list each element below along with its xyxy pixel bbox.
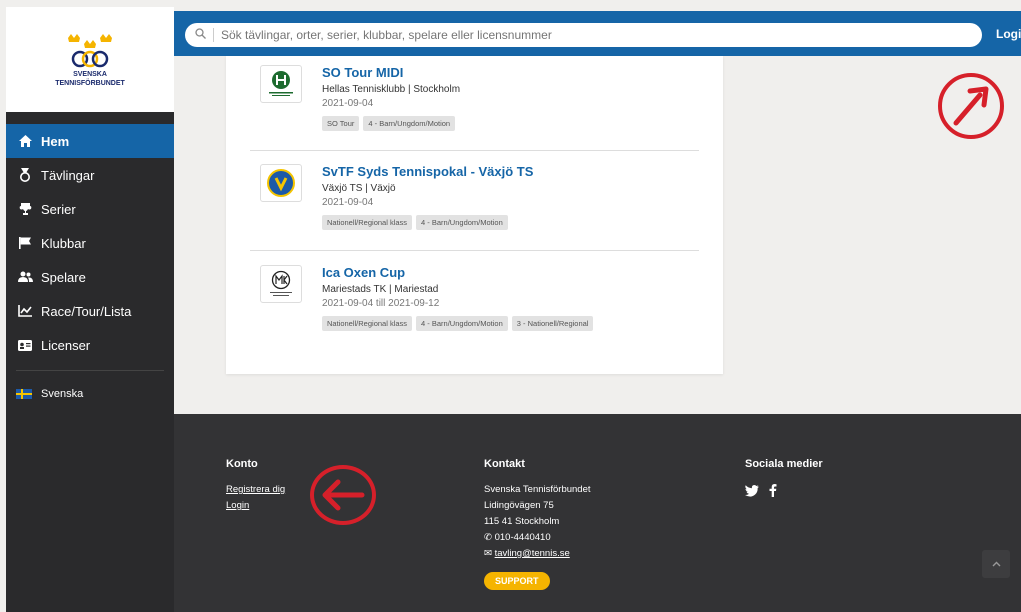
twitter-icon[interactable] bbox=[745, 484, 759, 500]
competition-title[interactable]: SO Tour MIDI bbox=[322, 65, 460, 80]
competition-club: Växjö TS | Växjö bbox=[322, 183, 396, 194]
nav-label: Spelare bbox=[41, 269, 86, 285]
nav-item-tavlingar[interactable]: Tävlingar bbox=[6, 158, 174, 192]
phone-icon: ✆ bbox=[484, 532, 495, 543]
tag-list: SO Tour 4 - Barn/Ungdom/Motion bbox=[322, 116, 460, 131]
vaxjo-ts-logo-icon bbox=[267, 169, 295, 197]
competition-date: 2021-09-04 till 2021-09-12 bbox=[322, 298, 440, 309]
id-card-icon bbox=[16, 339, 34, 351]
hellas-logo-icon bbox=[269, 71, 293, 96]
competition-item[interactable]: SO Tour MIDI Hellas Tennisklubb | Stockh… bbox=[260, 65, 460, 131]
competition-date: 2021-09-04 bbox=[322, 98, 374, 109]
chart-line-icon bbox=[16, 305, 34, 317]
nav-label: Race/Tour/Lista bbox=[41, 303, 132, 319]
tag: 4 - Barn/Ungdom/Motion bbox=[416, 316, 508, 331]
main-nav: Hem Tävlingar Serier Klubbar Spelare Rac… bbox=[6, 124, 174, 362]
chevron-up-icon bbox=[992, 559, 1001, 570]
contact-email[interactable]: tavling@tennis.se bbox=[495, 548, 570, 559]
players-icon bbox=[16, 271, 34, 283]
mariestad-tk-logo-icon bbox=[270, 270, 292, 296]
contact-city: 115 41 Stockholm bbox=[484, 516, 560, 527]
medal-icon bbox=[16, 168, 34, 182]
competition-info: SO Tour MIDI Hellas Tennisklubb | Stockh… bbox=[322, 65, 460, 131]
club-logo bbox=[260, 164, 302, 202]
competition-date: 2021-09-04 bbox=[322, 197, 374, 208]
tag-list: Nationell/Regional klass 4 - Barn/Ungdom… bbox=[322, 215, 533, 230]
competition-club: Hellas Tennisklubb | Stockholm bbox=[322, 84, 461, 95]
nav-label: Tävlingar bbox=[41, 167, 95, 183]
register-link[interactable]: Registrera dig bbox=[226, 484, 285, 495]
search-icon bbox=[195, 28, 206, 42]
nav-label: Hem bbox=[41, 133, 70, 149]
club-logo bbox=[260, 265, 302, 303]
annotation-arrow-left-icon bbox=[310, 465, 376, 525]
tag: Nationell/Regional klass bbox=[322, 215, 413, 230]
sidebar: SVENSKA TENNISFÖRBUNDET Hem Tävlingar Se… bbox=[6, 7, 174, 612]
footer-heading: Kontakt bbox=[484, 458, 525, 470]
nav-item-race-tour-lista[interactable]: Race/Tour/Lista bbox=[6, 294, 174, 328]
nav-item-licenser[interactable]: Licenser bbox=[6, 328, 174, 362]
facebook-icon[interactable] bbox=[769, 484, 777, 500]
nav-item-hem[interactable]: Hem bbox=[6, 124, 174, 158]
footer-social: Sociala medier bbox=[745, 458, 823, 500]
footer-login-link[interactable]: Login bbox=[226, 500, 285, 511]
tag: SO Tour bbox=[322, 116, 360, 131]
language-label: Svenska bbox=[41, 388, 84, 400]
org-name-line2: TENNISFÖRBUNDET bbox=[55, 79, 125, 87]
scroll-to-top-button[interactable] bbox=[982, 550, 1010, 578]
tag: 4 - Barn/Ungdom/Motion bbox=[363, 116, 456, 131]
envelope-icon: ✉ bbox=[484, 548, 495, 559]
top-bar: Login bbox=[174, 11, 1021, 56]
competition-item[interactable]: Ica Oxen Cup Mariestads TK | Mariestad 2… bbox=[260, 265, 594, 331]
search-input[interactable] bbox=[221, 28, 941, 42]
home-icon bbox=[16, 135, 34, 147]
footer-konto: Konto Registrera dig Login bbox=[226, 458, 285, 516]
competition-title[interactable]: Ica Oxen Cup bbox=[322, 265, 593, 280]
org-name-line1: SVENSKA bbox=[73, 70, 107, 78]
tag: 4 - Barn/Ungdom/Motion bbox=[416, 215, 508, 230]
contact-phone-row[interactable]: ✆ 010-4440410 bbox=[484, 532, 591, 543]
annotation-arrow-upright-icon bbox=[938, 73, 1004, 139]
trophy-icon bbox=[16, 203, 34, 215]
search-box[interactable] bbox=[185, 23, 982, 47]
nav-label: Serier bbox=[41, 201, 76, 217]
nav-item-klubbar[interactable]: Klubbar bbox=[6, 226, 174, 260]
entry-divider bbox=[250, 250, 699, 251]
tag: Nationell/Regional klass bbox=[322, 316, 413, 331]
competition-info: SvTF Syds Tennispokal - Växjö TS Växjö T… bbox=[322, 164, 533, 230]
nav-label: Licenser bbox=[41, 337, 91, 353]
language-selector[interactable]: Svenska bbox=[6, 379, 174, 409]
tag: 3 - Nationell/Regional bbox=[511, 316, 594, 331]
nav-item-spelare[interactable]: Spelare bbox=[6, 260, 174, 294]
flag-icon bbox=[16, 237, 34, 249]
competition-info: Ica Oxen Cup Mariestads TK | Mariestad 2… bbox=[322, 265, 594, 331]
club-logo bbox=[260, 65, 302, 103]
competition-list-card: SO Tour MIDI Hellas Tennisklubb | Stockh… bbox=[226, 56, 723, 374]
contact-phone[interactable]: 010-4440410 bbox=[495, 532, 551, 543]
nav-divider bbox=[16, 370, 164, 371]
footer-kontakt: Kontakt Svenska Tennisförbundet Lidingöv… bbox=[484, 458, 591, 590]
crowns-rings-icon bbox=[68, 33, 112, 67]
contact-org: Svenska Tennisförbundet bbox=[484, 484, 591, 495]
footer-heading: Konto bbox=[226, 458, 258, 470]
competition-item[interactable]: SvTF Syds Tennispokal - Växjö TS Växjö T… bbox=[260, 164, 533, 230]
login-link[interactable]: Login bbox=[996, 27, 1021, 41]
search-divider bbox=[213, 28, 214, 42]
footer-heading: Sociala medier bbox=[745, 458, 823, 470]
tag-list: Nationell/Regional klass 4 - Barn/Ungdom… bbox=[322, 316, 594, 331]
competition-club: Mariestads TK | Mariestad bbox=[322, 284, 439, 295]
nav-label: Klubbar bbox=[41, 235, 86, 251]
footer: Konto Registrera dig Login Kontakt Svens… bbox=[174, 414, 1021, 612]
entry-divider bbox=[250, 150, 699, 151]
social-links bbox=[745, 484, 823, 500]
federation-logo[interactable]: SVENSKA TENNISFÖRBUNDET bbox=[6, 7, 174, 112]
nav-item-serier[interactable]: Serier bbox=[6, 192, 174, 226]
swedish-flag-icon bbox=[16, 389, 32, 399]
support-button[interactable]: SUPPORT bbox=[484, 572, 550, 590]
contact-street: Lidingövägen 75 bbox=[484, 500, 554, 511]
competition-title[interactable]: SvTF Syds Tennispokal - Växjö TS bbox=[322, 164, 533, 179]
contact-email-row[interactable]: ✉ tavling@tennis.se bbox=[484, 548, 591, 559]
